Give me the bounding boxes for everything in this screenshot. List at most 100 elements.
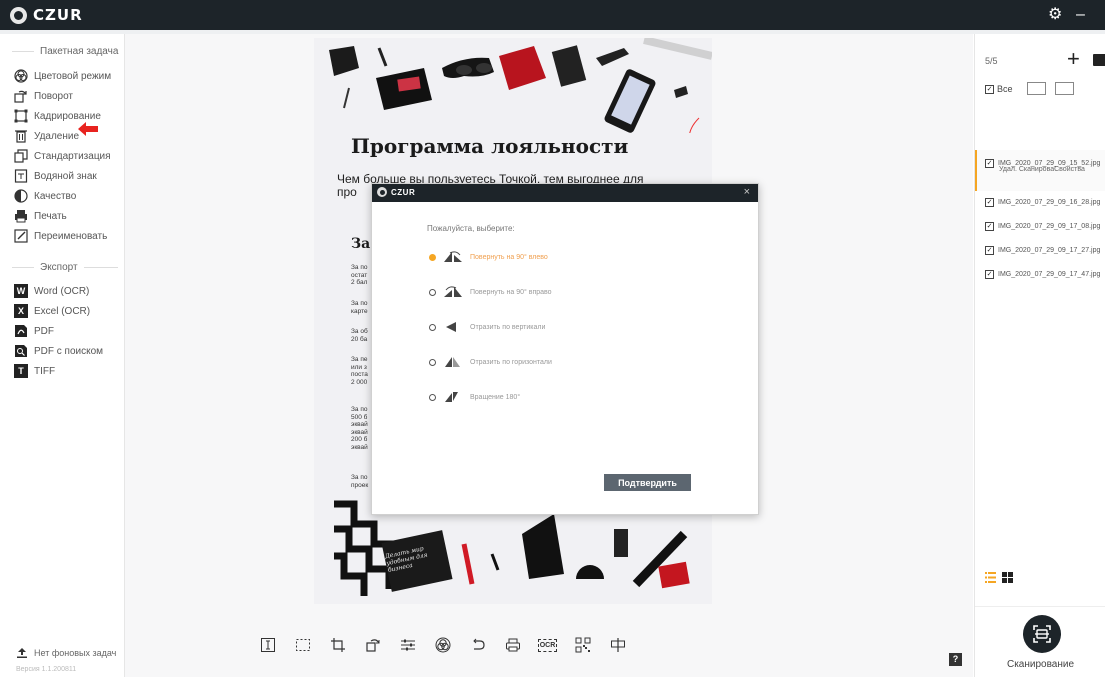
minimize-button[interactable]: –: [1076, 6, 1085, 24]
add-icon[interactable]: +: [1067, 48, 1080, 70]
select-all-checkbox[interactable]: ✓ Все: [985, 84, 1013, 94]
option-label: Повернуть на 90° влево: [470, 253, 548, 261]
option-flip-horizontal[interactable]: Отразить по горизонтали: [429, 354, 552, 370]
rotate-icon[interactable]: [355, 633, 390, 657]
export-header-label: Экспорт: [40, 262, 78, 273]
radio-button[interactable]: [429, 323, 436, 331]
export-item-word[interactable]: W Word (OCR): [14, 282, 89, 300]
ocr-label: OCR: [537, 638, 558, 652]
checkbox-icon[interactable]: ✓: [985, 159, 994, 168]
radio-button[interactable]: [429, 288, 436, 296]
option-label: Отразить по вертикали: [470, 323, 546, 331]
view-toggle: [985, 572, 1013, 583]
sidebar-item-standardize[interactable]: Стандартизация: [14, 147, 111, 165]
export-item-pdf[interactable]: PDF: [14, 322, 54, 340]
standardize-icon: [14, 149, 28, 163]
file-row[interactable]: ✓ IMG_2020_07_29_09_17_47.jpg: [985, 270, 1100, 279]
sidebar-item-color-mode[interactable]: Цветовой режим: [14, 67, 111, 85]
document-illustration-top: [329, 38, 712, 133]
checkbox-icon[interactable]: ✓: [985, 246, 994, 255]
sidebar-item-watermark[interactable]: Водяной знак: [14, 167, 97, 185]
export-item-label: Word (OCR): [34, 285, 90, 297]
color-icon[interactable]: [425, 633, 460, 657]
rotate-180-icon: [445, 392, 458, 402]
export-item-excel[interactable]: X Excel (OCR): [14, 302, 90, 320]
sidebar-item-rotate[interactable]: Поворот: [14, 87, 73, 105]
rotate-right-icon: [444, 286, 462, 297]
word-icon: W: [14, 284, 28, 298]
dialog-title-bar: CZUR ×: [372, 184, 758, 202]
option-rotate-180[interactable]: Вращение 180°: [429, 389, 520, 405]
background-tasks-status[interactable]: Нет фоновых задач: [16, 647, 116, 659]
print-icon[interactable]: [495, 633, 530, 657]
option-label: Повернуть на 90° вправо: [470, 288, 552, 296]
checkbox-icon[interactable]: ✓: [985, 84, 994, 94]
pdf-icon: [14, 324, 28, 338]
text-select-icon[interactable]: [250, 633, 285, 657]
dialog-close-button[interactable]: ×: [744, 186, 750, 198]
select-all-label: Все: [997, 84, 1013, 94]
list-view-icon[interactable]: [985, 572, 996, 583]
sidebar-item-rename[interactable]: Переименовать: [14, 227, 107, 245]
scan-icon: [1033, 625, 1051, 643]
app-logo-text: CZUR: [33, 6, 83, 24]
checkbox-icon[interactable]: ✓: [985, 222, 994, 231]
sidebar-item-print[interactable]: Печать: [14, 207, 67, 225]
radio-button[interactable]: [429, 393, 436, 401]
rotate-left-icon: [444, 251, 462, 262]
scan-button[interactable]: [1023, 615, 1061, 653]
help-icon[interactable]: ?: [949, 653, 962, 666]
document-paragraph: За об 20 ба: [351, 328, 368, 343]
file-name: IMG_2020_07_29_09_17_08.jpg: [998, 223, 1101, 230]
folder-icon[interactable]: [1093, 54, 1105, 66]
color-mode-icon: [14, 69, 28, 83]
flip-horizontal-icon: [445, 357, 460, 367]
ocr-icon[interactable]: OCR: [530, 633, 565, 657]
quality-icon: [14, 189, 28, 203]
image-view-icon[interactable]: [1027, 82, 1046, 95]
checkbox-icon[interactable]: ✓: [985, 198, 994, 207]
sidebar-item-quality[interactable]: Качество: [14, 187, 76, 205]
export-item-label: PDF: [34, 325, 54, 337]
file-row[interactable]: ✓ IMG_2020_07_29_09_17_27.jpg: [985, 246, 1100, 255]
file-row-actions[interactable]: Удал. СканироваСвойства: [999, 166, 1085, 173]
file-name: IMG_2020_07_29_09_17_27.jpg: [998, 247, 1101, 254]
file-row[interactable]: ✓ IMG_2020_07_29_09_16_28.jpg: [985, 198, 1100, 207]
grid-view-icon[interactable]: [1002, 572, 1013, 583]
adjust-icon[interactable]: [390, 633, 425, 657]
file-row[interactable]: ✓ IMG_2020_07_29_09_17_08.jpg: [985, 222, 1100, 231]
file-count: 5/5: [985, 56, 998, 66]
searchable-pdf-icon: [14, 344, 28, 358]
select-area-icon[interactable]: [285, 633, 320, 657]
excel-icon: X: [14, 304, 28, 318]
option-flip-vertical[interactable]: Отразить по вертикали: [429, 319, 545, 335]
bottom-toolbar: OCR: [250, 633, 635, 657]
export-section-header: Экспорт: [0, 262, 124, 273]
export-item-searchable-pdf[interactable]: PDF с поиском: [14, 342, 103, 360]
scan-label: Сканирование: [1006, 659, 1075, 670]
sidebar-item-label: Водяной знак: [34, 170, 97, 182]
gear-icon[interactable]: ⚙: [1048, 6, 1062, 24]
radio-button[interactable]: [429, 253, 436, 261]
sidebar-item-delete[interactable]: Удаление: [14, 127, 79, 145]
radio-button[interactable]: [429, 358, 436, 366]
document-subtitle-line2: про: [337, 185, 357, 199]
preview-view-icon[interactable]: [1055, 82, 1074, 95]
option-label: Отразить по горизонтали: [470, 358, 552, 366]
sidebar-item-label: Печать: [34, 210, 67, 222]
undo-icon[interactable]: [460, 633, 495, 657]
export-item-label: PDF с поиском: [34, 345, 104, 357]
upload-icon: [17, 648, 27, 658]
split-icon[interactable]: [600, 633, 635, 657]
sidebar-item-label: Удаление: [34, 130, 80, 142]
left-sidebar: Пакетная задача Цветовой режим Поворот К…: [0, 34, 125, 677]
export-item-label: TIFF: [34, 365, 56, 377]
option-rotate-right[interactable]: Повернуть на 90° вправо: [429, 284, 552, 300]
crop-icon[interactable]: [320, 633, 355, 657]
flip-vertical-icon: [446, 322, 456, 332]
confirm-button[interactable]: Подтвердить: [604, 474, 691, 491]
checkbox-icon[interactable]: ✓: [985, 270, 994, 279]
export-item-tiff[interactable]: T TIFF: [14, 362, 55, 380]
option-rotate-left[interactable]: Повернуть на 90° влево: [429, 249, 548, 265]
qr-icon[interactable]: [565, 633, 600, 657]
